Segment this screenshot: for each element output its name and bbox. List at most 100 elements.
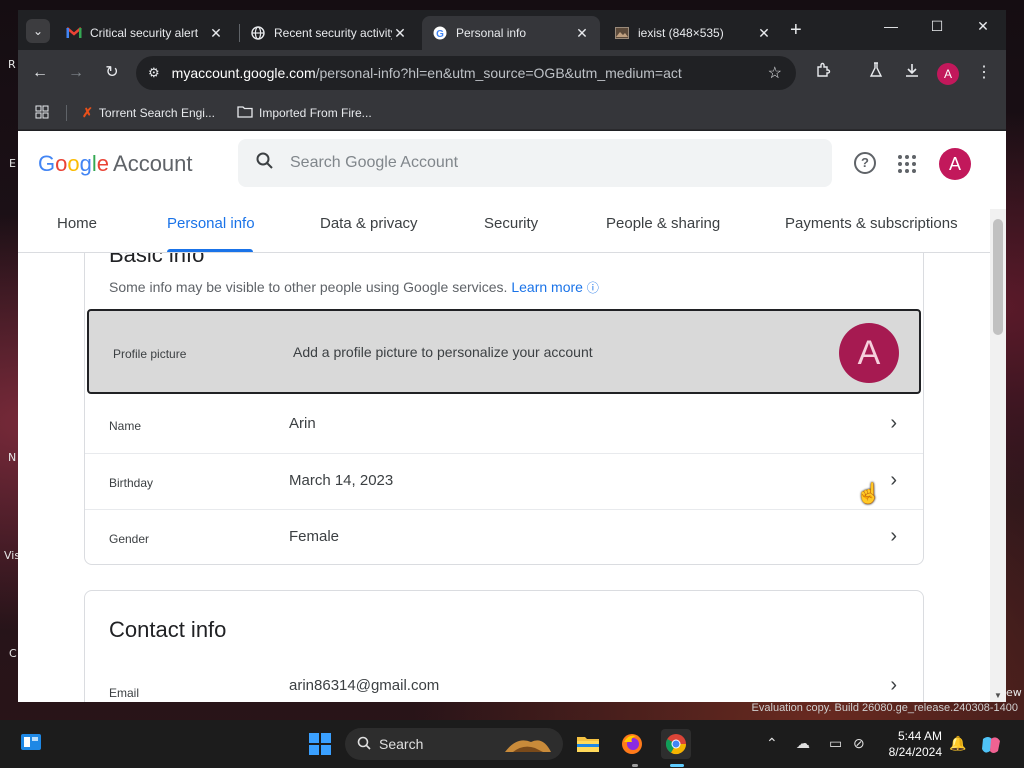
address-bar[interactable]: ⚙ myaccount.google.com/personal-info?hl=…	[136, 56, 796, 90]
basic-info-title: Basic info	[109, 253, 205, 267]
profile-avatar[interactable]: A	[839, 323, 899, 383]
network-icon[interactable]: ⊘	[853, 735, 865, 752]
display-icon[interactable]: ▭	[829, 735, 842, 752]
taskbar-clock[interactable]: 5:44 AM 8/24/2024	[882, 728, 942, 760]
account-search-box[interactable]	[238, 139, 832, 187]
email-label: Email	[109, 686, 140, 700]
account-header: GoogleAccount ? A	[18, 131, 1006, 195]
tab-strip: ⌄ Critical security alert ✕ Recent secur…	[18, 10, 1006, 50]
url-host: myaccount.google.com	[171, 65, 316, 81]
url-path: /personal-info?hl=en&utm_source=OGB&utm_…	[315, 65, 682, 81]
logo-letter: G	[38, 151, 56, 176]
tab-search-icon[interactable]: ⌄	[26, 19, 50, 43]
close-tab-icon[interactable]: ✕	[756, 25, 772, 42]
tab-critical-security-alert[interactable]: Critical security alert ✕	[56, 16, 234, 50]
chrome-icon[interactable]	[661, 729, 691, 759]
help-icon[interactable]: ?	[854, 152, 876, 174]
google-apps-icon[interactable]	[898, 155, 916, 173]
desktop-icon-label: R	[8, 58, 16, 71]
browser-profile-avatar[interactable]: A	[937, 63, 959, 85]
search-icon	[357, 736, 371, 753]
help-circle-icon[interactable]: ⓘ	[587, 281, 599, 295]
nav-tab-payments-subscriptions[interactable]: Payments & subscriptions	[785, 215, 958, 232]
tab-recent-security-activity[interactable]: Recent security activity ✕	[240, 16, 418, 50]
birthday-row[interactable]: Birthday March 14, 2023 ›	[85, 453, 923, 509]
scroll-down-arrow-icon[interactable]: ▼	[994, 691, 1002, 700]
site-info-icon[interactable]: ⚙	[148, 65, 160, 81]
browser-window: ⌄ Critical security alert ✕ Recent secur…	[18, 10, 1006, 702]
chevron-up-icon[interactable]: ⌃	[766, 735, 778, 752]
forward-icon[interactable]: →	[65, 62, 87, 84]
close-tab-icon[interactable]: ✕	[392, 25, 408, 42]
copilot-icon[interactable]	[980, 735, 1002, 758]
extensions-icon[interactable]	[812, 62, 834, 84]
tab-title: Personal info	[456, 26, 527, 40]
downloads-icon[interactable]	[901, 62, 923, 84]
subtitle-text: Some info may be visible to other people…	[109, 279, 508, 295]
gender-label: Gender	[109, 532, 150, 546]
nav-tab-security[interactable]: Security	[484, 215, 538, 232]
tab-title: Recent security activity	[274, 26, 392, 40]
active-app-indicator	[670, 764, 684, 767]
close-tab-icon[interactable]: ✕	[574, 25, 590, 42]
more-menu-icon[interactable]: ⋮	[973, 62, 995, 84]
url-text[interactable]: myaccount.google.com/personal-info?hl=en…	[172, 65, 768, 81]
labs-flask-icon[interactable]	[865, 62, 887, 84]
name-row[interactable]: Name Arin ›	[85, 397, 923, 453]
logo-letter: o	[67, 151, 80, 176]
taskbar-search-box[interactable]: Search	[345, 728, 563, 760]
account-avatar[interactable]: A	[939, 148, 971, 180]
tab-personal-info[interactable]: G Personal info ✕	[422, 16, 600, 50]
nav-tab-personal-info[interactable]: Personal info	[167, 215, 255, 232]
name-value: Arin	[289, 415, 316, 432]
folder-icon	[237, 105, 253, 121]
close-window-icon[interactable]: ✕	[960, 18, 1006, 35]
active-tab-indicator	[167, 249, 253, 252]
evaluation-watermark: Evaluation copy. Build 26080.ge_release.…	[752, 702, 1018, 714]
email-row[interactable]: Email arin86314@gmail.com ›	[85, 661, 923, 702]
close-tab-icon[interactable]: ✕	[208, 25, 224, 42]
page-scrollbar[interactable]: ▼	[990, 209, 1006, 702]
widgets-icon[interactable]	[20, 732, 42, 757]
image-icon	[614, 25, 630, 41]
learn-more-link[interactable]: Learn more	[511, 279, 583, 295]
desktop-icon-label: C	[9, 647, 17, 660]
profile-picture-row[interactable]: Profile picture Add a profile picture to…	[87, 309, 921, 394]
new-tab-icon[interactable]: +	[790, 20, 802, 40]
basic-info-card: Basic info Some info may be visible to o…	[84, 253, 924, 565]
file-explorer-icon[interactable]	[573, 729, 603, 759]
maximize-icon[interactable]: ☐	[914, 18, 960, 35]
email-value: arin86314@gmail.com	[289, 677, 440, 694]
firefox-icon[interactable]	[617, 729, 647, 759]
bookmark-torrent-search[interactable]: ✗ Torrent Search Engi...	[82, 105, 215, 121]
scrollbar-thumb[interactable]	[993, 219, 1003, 335]
apps-grid-icon[interactable]	[35, 105, 49, 119]
clock-time: 5:44 AM	[897, 729, 942, 743]
nav-tab-people-sharing[interactable]: People & sharing	[606, 215, 720, 232]
taskbar-search-label: Search	[379, 736, 424, 752]
browser-toolbar: ← → ↻ ⚙ myaccount.google.com/personal-in…	[18, 50, 1006, 96]
running-app-indicator	[632, 764, 638, 767]
gender-row[interactable]: Gender Female ›	[85, 509, 923, 565]
bookmark-star-icon[interactable]: ☆	[768, 63, 782, 83]
google-account-page: GoogleAccount ? A Home Personal info Dat…	[18, 131, 1006, 702]
contact-info-title: Contact info	[109, 617, 227, 642]
scroll-content: Basic info Some info may be visible to o…	[18, 253, 988, 702]
tab-iexist-image[interactable]: iexist (848×535) ✕	[604, 16, 782, 50]
back-icon[interactable]: ←	[29, 62, 51, 84]
onedrive-cloud-icon[interactable]: ☁	[796, 735, 810, 752]
profile-picture-label: Profile picture	[113, 347, 187, 361]
start-windows-icon[interactable]	[309, 733, 331, 755]
reload-icon[interactable]: ↻	[101, 62, 123, 84]
bookmark-folder-imported[interactable]: Imported From Fire...	[237, 105, 372, 121]
notification-bell-icon[interactable]: 🔔	[949, 735, 966, 752]
nav-tab-home[interactable]: Home	[57, 215, 97, 232]
hand-cursor-icon: ☝	[856, 483, 881, 505]
clock-date: 8/24/2024	[888, 745, 942, 759]
logo-letter: o	[55, 151, 68, 176]
nav-tab-data-privacy[interactable]: Data & privacy	[320, 215, 418, 232]
bookmark-label: Torrent Search Engi...	[98, 106, 215, 120]
google-account-logo[interactable]: Google Account	[38, 151, 193, 177]
minimize-icon[interactable]: —	[868, 18, 914, 34]
search-input[interactable]	[290, 154, 790, 172]
